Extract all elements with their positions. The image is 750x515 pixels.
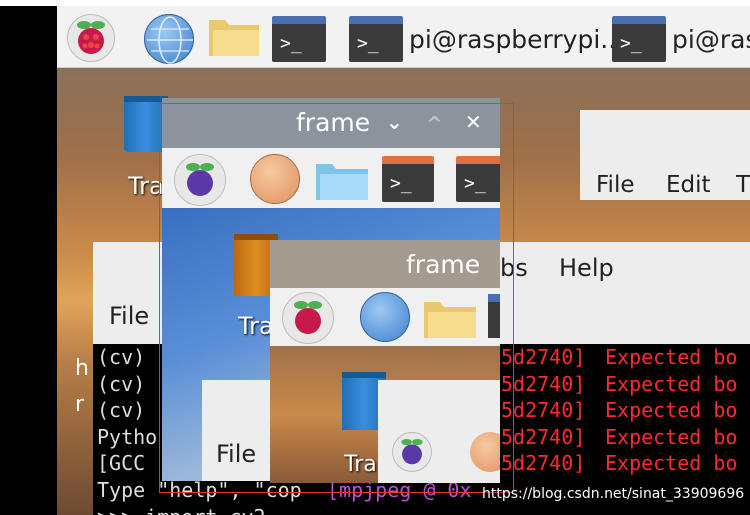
browser-globe-icon[interactable] <box>144 14 194 64</box>
terminal-line-right: Expected bo <box>605 371 738 396</box>
terminal-line-right: Expected bo <box>605 345 738 369</box>
taskbar-task-terminal-1[interactable]: >_ pi@raspberrypi... <box>349 16 624 62</box>
terminal-menu-file[interactable]: File <box>109 302 149 330</box>
globe-icon <box>360 292 410 342</box>
bg-menu-edit[interactable]: Edit <box>666 172 711 198</box>
terminal-line-left: (cv) <box>97 345 146 369</box>
raspberry-icon <box>282 292 334 344</box>
bg-menu-file[interactable]: File <box>596 172 635 198</box>
terminal-line: >>> import cv2 <box>93 504 750 515</box>
taskbar-task-terminal-2[interactable]: >_ pi@ras <box>612 16 750 62</box>
raspberry-icon <box>392 432 432 472</box>
bg-menu-t[interactable]: T <box>736 172 750 198</box>
terminal-menu-help[interactable]: Help <box>559 254 614 282</box>
terminal-line-left: >>> import cv2 <box>97 504 266 515</box>
folder-icon <box>422 296 478 340</box>
terminal-line-left: [GCC <box>97 451 146 476</box>
terminal-line-left: (cv) <box>97 371 146 396</box>
watermark: https://blog.csdn.net/sinat_33909696 <box>482 486 745 502</box>
frame-captured-taskbar <box>270 288 500 346</box>
file-manager-folder-icon[interactable] <box>207 14 261 58</box>
black-left-strip <box>0 0 57 515</box>
terminal-line-left: Pytho <box>97 424 158 449</box>
terminal-side-labels: h r <box>75 356 89 417</box>
taskbar-task-label: pi@ras <box>672 24 750 54</box>
raspberry-menu-icon[interactable] <box>67 14 115 62</box>
terminal-icon <box>488 294 500 338</box>
terminal-icon: >_ <box>612 16 666 62</box>
terminal-line-right: Expected bo <box>605 451 738 476</box>
frame-window-inner[interactable]: frame Tra <box>270 240 500 483</box>
terminal-line-right: Expected bo <box>605 424 738 449</box>
frame-titlebar[interactable]: frame <box>270 240 500 288</box>
frame-captured-desktop: Tra <box>270 346 500 483</box>
globe-icon <box>470 432 500 472</box>
terminal-icon: >_ <box>349 16 403 62</box>
background-window: File Edit T <box>580 110 750 200</box>
terminal-launcher-icon[interactable]: >_ <box>272 16 326 62</box>
terminal-line-left: (cv) <box>97 398 146 423</box>
terminal-line-right: Expected bo <box>605 398 738 423</box>
frame-title: frame <box>406 250 481 279</box>
taskbar: >_ >_ pi@raspberrypi... >_ pi@ras <box>57 6 750 68</box>
taskbar-task-label: pi@raspberrypi... <box>409 24 625 54</box>
captured-window <box>378 380 500 483</box>
